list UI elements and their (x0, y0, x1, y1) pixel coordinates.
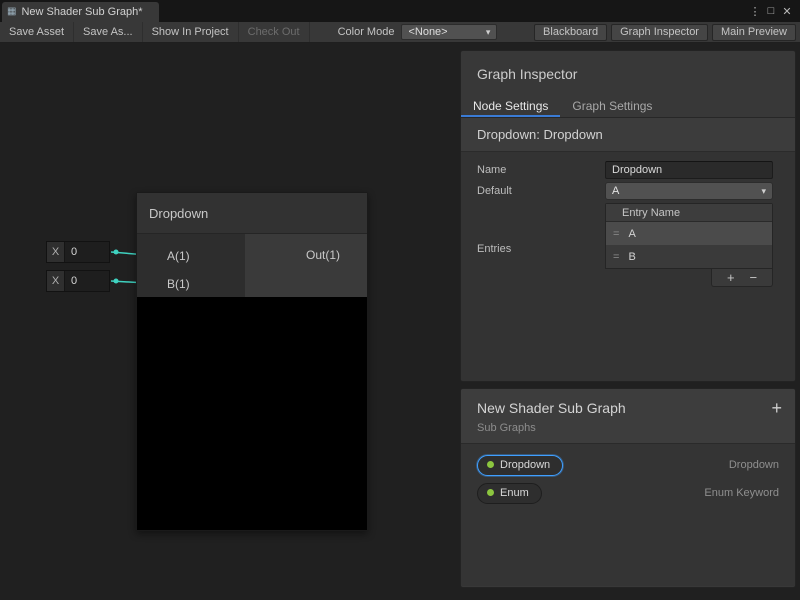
window-titlebar: ▦ New Shader Sub Graph* ⋮ □ ✕ (0, 0, 800, 22)
node-preview (137, 297, 367, 530)
entries-row: Entries Entry Name = A = B (477, 203, 773, 287)
blackboard-panel: New Shader Sub Graph Sub Graphs + Dropdo… (460, 388, 796, 588)
keyword-dot-icon (487, 461, 494, 468)
enum-property-pill[interactable]: Enum (477, 483, 542, 504)
property-type: Dropdown (729, 459, 779, 471)
graph-inspector-toggle-button[interactable]: Graph Inspector (611, 24, 708, 41)
node-title: Dropdown (149, 206, 208, 221)
color-mode-label: Color Mode (310, 26, 402, 38)
blackboard-row-enum: Enum Enum Keyword (461, 479, 795, 507)
entries-footer: + − (605, 269, 773, 287)
close-icon[interactable]: ✕ (779, 5, 795, 18)
blackboard-header: New Shader Sub Graph Sub Graphs + (461, 389, 795, 444)
port-value-widget-a: X 0 (46, 241, 110, 263)
save-asset-label: Save Asset (9, 26, 64, 38)
port-b-label: B(1) (167, 277, 190, 291)
save-as-label: Save As... (83, 26, 133, 38)
tab-graph-settings-label: Graph Settings (572, 99, 652, 113)
node-settings-section-title: Dropdown: Dropdown (461, 118, 795, 152)
check-out-button: Check Out (239, 22, 310, 42)
entries-list: Entry Name = A = B (605, 203, 773, 269)
entry-name: B (628, 251, 635, 263)
default-dropdown[interactable]: A ▾ (605, 182, 773, 200)
default-row: Default A ▾ (477, 182, 773, 200)
tab-node-settings[interactable]: Node Settings (461, 95, 560, 117)
show-in-project-button[interactable]: Show In Project (143, 22, 239, 42)
dropdown-node[interactable]: Dropdown A(1) B(1) Out(1) (136, 192, 368, 531)
chevron-down-icon: ▾ (761, 186, 766, 197)
window-controls: ⋮ □ ✕ (747, 0, 800, 22)
maximize-icon[interactable]: □ (763, 5, 779, 17)
remove-entry-button[interactable]: − (749, 271, 757, 284)
node-header[interactable]: Dropdown (137, 193, 367, 234)
inspector-content: Dropdown: Dropdown Name Dropdown Default… (461, 118, 795, 381)
default-label: Default (477, 182, 605, 200)
chevron-down-icon: ▾ (486, 27, 491, 38)
dropdown-property-pill[interactable]: Dropdown (477, 455, 563, 476)
blackboard-title: New Shader Sub Graph (477, 400, 779, 416)
tab-graph-settings[interactable]: Graph Settings (560, 95, 664, 117)
port-out-label: Out(1) (306, 248, 340, 262)
node-input-column (137, 234, 245, 297)
name-label: Name (477, 161, 605, 179)
property-type: Enum Keyword (704, 487, 779, 499)
entry-name: A (628, 228, 635, 240)
node-body: A(1) B(1) Out(1) (137, 234, 367, 297)
port-value-widget-b: X 0 (46, 270, 110, 292)
blackboard-row-dropdown: Dropdown Dropdown (461, 451, 795, 479)
value-field-a[interactable]: 0 (65, 242, 109, 262)
blackboard-toggle-label: Blackboard (543, 26, 598, 38)
entry-row-b[interactable]: = B (606, 245, 772, 268)
main-preview-toggle-button[interactable]: Main Preview (712, 24, 796, 41)
inspector-tabs: Node Settings Graph Settings (461, 95, 795, 118)
main-preview-toggle-label: Main Preview (721, 26, 787, 38)
check-out-label: Check Out (248, 26, 300, 38)
graph-inspector-toggle-label: Graph Inspector (620, 26, 699, 38)
blackboard-body: Dropdown Dropdown Enum Enum Keyword (461, 444, 795, 586)
port-a-label: A(1) (167, 249, 190, 263)
window-menu-icon[interactable]: ⋮ (747, 5, 763, 18)
add-entry-button[interactable]: + (727, 271, 735, 284)
drag-handle-icon[interactable]: = (613, 251, 619, 263)
shader-graph-icon: ▦ (7, 7, 16, 17)
value-field-b[interactable]: 0 (65, 271, 109, 291)
graph-toolbar: Save Asset Save As... Show In Project Ch… (0, 22, 800, 43)
name-row: Name Dropdown (477, 161, 773, 179)
property-name: Enum (500, 487, 529, 499)
graph-inspector-panel: Graph Inspector Node Settings Graph Sett… (460, 50, 796, 382)
axis-label: X (47, 242, 65, 262)
inspector-title: Graph Inspector (461, 51, 795, 95)
keyword-dot-icon (487, 489, 494, 496)
blackboard-toggle-button[interactable]: Blackboard (534, 24, 607, 41)
entry-row-a[interactable]: = A (606, 222, 772, 245)
color-mode-value: <None> (408, 26, 447, 38)
axis-label: X (47, 271, 65, 291)
add-property-button[interactable]: + (771, 398, 782, 419)
entries-list-header: Entry Name (606, 204, 772, 222)
name-input[interactable]: Dropdown (605, 161, 773, 179)
property-name: Dropdown (500, 459, 550, 471)
show-in-project-label: Show In Project (152, 26, 229, 38)
drag-handle-icon[interactable]: = (613, 228, 619, 240)
window-title: New Shader Sub Graph* (21, 6, 142, 18)
default-dropdown-value: A (612, 185, 619, 197)
window-tab[interactable]: ▦ New Shader Sub Graph* (2, 2, 159, 22)
node-settings-form: Name Dropdown Default A ▾ Entries (461, 152, 795, 287)
save-asset-button[interactable]: Save Asset (0, 22, 74, 42)
entries-label: Entries (477, 203, 605, 287)
tab-node-settings-label: Node Settings (473, 99, 548, 113)
toolbar-right-group: Blackboard Graph Inspector Main Preview (534, 22, 800, 42)
color-mode-dropdown[interactable]: <None> ▾ (401, 24, 497, 40)
save-as-button[interactable]: Save As... (74, 22, 143, 42)
blackboard-subtitle: Sub Graphs (477, 422, 779, 434)
